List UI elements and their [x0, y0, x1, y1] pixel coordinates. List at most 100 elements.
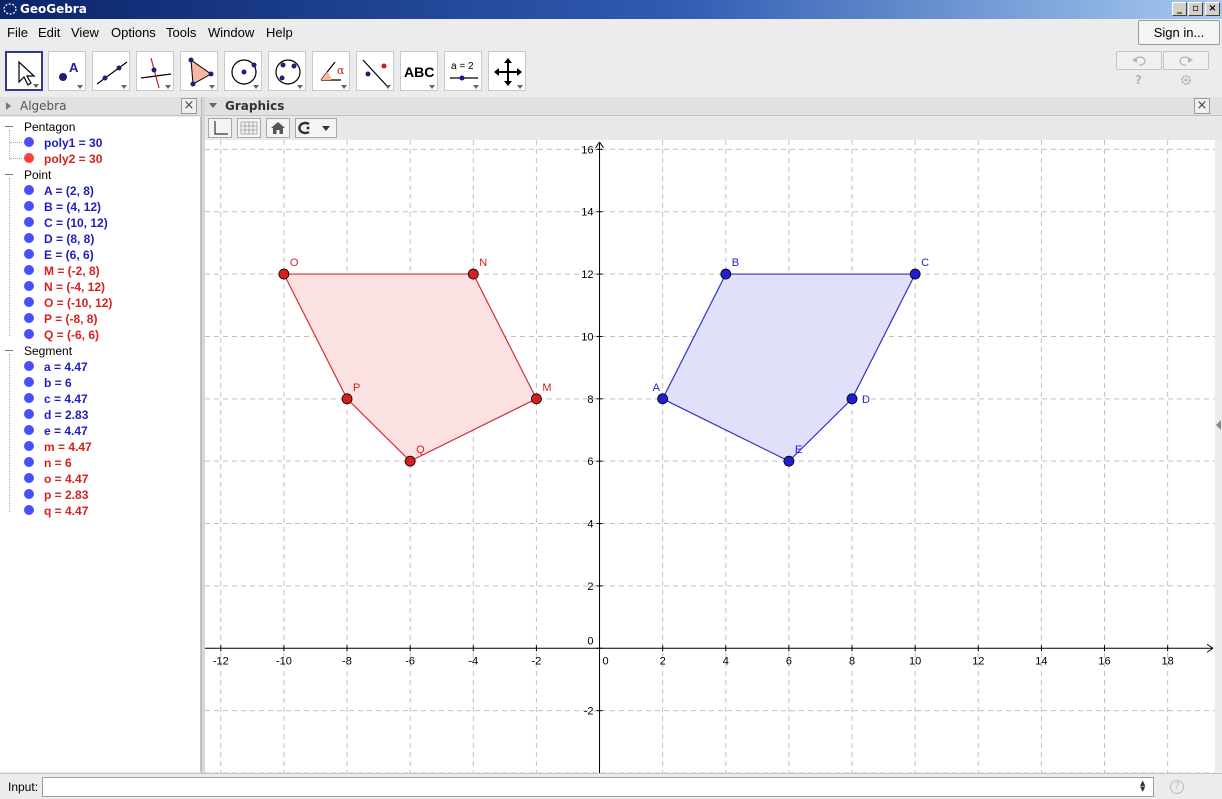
algebra-item[interactable]: E = (6, 6): [44, 248, 94, 262]
visibility-bullet[interactable]: [24, 393, 34, 403]
grid-toggle-button[interactable]: [237, 118, 261, 138]
algebra-item[interactable]: A = (2, 8): [44, 184, 94, 198]
undo-button[interactable]: [1116, 51, 1162, 70]
algebra-item[interactable]: q = 4.47: [44, 504, 88, 518]
restore-button[interactable]: ▫: [1188, 2, 1203, 16]
x-tick-label: -4: [468, 655, 478, 667]
collapse-icon[interactable]: [5, 350, 13, 351]
line-tool[interactable]: [92, 51, 130, 91]
visibility-bullet[interactable]: [24, 297, 34, 307]
algebra-item[interactable]: a = 4.47: [44, 360, 88, 374]
collapse-icon[interactable]: [5, 126, 13, 127]
circle-center-tool[interactable]: [224, 51, 262, 91]
visibility-bullet[interactable]: [24, 505, 34, 515]
sign-in-button[interactable]: Sign in...: [1138, 20, 1220, 45]
input-field[interactable]: [42, 777, 1154, 797]
visibility-bullet[interactable]: [24, 377, 34, 387]
home-view-button[interactable]: [266, 118, 290, 138]
algebra-item[interactable]: poly2 = 30: [44, 152, 102, 166]
visibility-bullet[interactable]: [24, 265, 34, 275]
y-tick-label: 8: [587, 394, 593, 406]
side-panel-toggle[interactable]: [1215, 140, 1222, 773]
text-tool[interactable]: ABC: [400, 51, 438, 91]
algebra-item[interactable]: d = 2.83: [44, 408, 88, 422]
expand-triangle-icon[interactable]: [6, 102, 11, 110]
perpendicular-tool[interactable]: [136, 51, 174, 91]
algebra-item[interactable]: M = (-2, 8): [44, 264, 100, 278]
menu-edit[interactable]: Edit: [38, 25, 60, 40]
graphics-canvas[interactable]: -12 -10 -8 -6 -4 -2 0 2 4 6 8 10 12 14 16 18 -2 0 2 4 6 8 10 12…: [205, 140, 1215, 773]
move-view-tool[interactable]: [488, 51, 526, 91]
visibility-bullet[interactable]: [24, 281, 34, 291]
visibility-bullet[interactable]: [24, 361, 34, 371]
visibility-bullet[interactable]: [24, 153, 34, 163]
polygon-tool[interactable]: [180, 51, 218, 91]
point-label-E: E: [795, 444, 802, 456]
help-icon[interactable]: ?: [1135, 73, 1142, 87]
visibility-bullet[interactable]: [24, 457, 34, 467]
visibility-bullet[interactable]: [24, 489, 34, 499]
input-history-arrows-icon[interactable]: ▲ ▼: [1140, 780, 1145, 793]
minimize-button[interactable]: _: [1172, 2, 1187, 16]
visibility-bullet[interactable]: [24, 217, 34, 227]
close-window-button[interactable]: ×: [1205, 2, 1220, 16]
input-bar: Input: ▲ ▼ ?: [0, 773, 1222, 799]
close-graphics-button[interactable]: ×: [1194, 98, 1210, 114]
reflect-tool[interactable]: [356, 51, 394, 91]
point-tool[interactable]: A: [48, 51, 86, 91]
slider-tool[interactable]: a = 2: [444, 51, 482, 91]
tree-line: [9, 354, 10, 512]
algebra-item[interactable]: e = 4.47: [44, 424, 88, 438]
menu-tools[interactable]: Tools: [166, 25, 196, 40]
algebra-item[interactable]: P = (-8, 8): [44, 312, 97, 326]
algebra-item[interactable]: o = 4.47: [44, 472, 88, 486]
algebra-item[interactable]: B = (4, 12): [44, 200, 101, 214]
visibility-bullet[interactable]: [24, 137, 34, 147]
menu-options[interactable]: Options: [111, 25, 156, 40]
algebra-item[interactable]: b = 6: [44, 376, 72, 390]
angle-tool[interactable]: α: [312, 51, 350, 91]
point-capture-dropdown[interactable]: [295, 118, 337, 138]
gear-icon[interactable]: [1179, 73, 1193, 87]
visibility-bullet[interactable]: [24, 441, 34, 451]
menu-bar: File Edit View Options Tools Window Help: [0, 20, 1222, 45]
menu-file[interactable]: File: [7, 25, 28, 40]
category-point[interactable]: Point: [24, 168, 51, 182]
visibility-bullet[interactable]: [24, 201, 34, 211]
algebra-item[interactable]: Q = (-6, 6): [44, 328, 99, 342]
menu-help[interactable]: Help: [266, 25, 293, 40]
algebra-item[interactable]: n = 6: [44, 456, 72, 470]
category-segment[interactable]: Segment: [24, 344, 72, 358]
algebra-item[interactable]: N = (-4, 12): [44, 280, 105, 294]
input-help-button[interactable]: ?: [1170, 780, 1184, 794]
category-pentagon[interactable]: Pentagon: [24, 120, 75, 134]
visibility-bullet[interactable]: [24, 185, 34, 195]
visibility-bullet[interactable]: [24, 409, 34, 419]
circle-three-points-tool[interactable]: [268, 51, 306, 91]
axes-toggle-button[interactable]: [208, 118, 232, 138]
algebra-item[interactable]: m = 4.47: [44, 440, 92, 454]
visibility-bullet[interactable]: [24, 425, 34, 435]
visibility-bullet[interactable]: [24, 313, 34, 323]
visibility-bullet[interactable]: [24, 233, 34, 243]
algebra-item[interactable]: D = (8, 8): [44, 232, 94, 246]
algebra-item[interactable]: p = 2.83: [44, 488, 88, 502]
point-label-M: M: [542, 382, 551, 394]
visibility-bullet[interactable]: [24, 473, 34, 483]
undo-icon: [1132, 56, 1146, 66]
collapse-triangle-icon[interactable]: [209, 103, 217, 108]
menu-view[interactable]: View: [71, 25, 99, 40]
algebra-item[interactable]: C = (10, 12): [44, 216, 108, 230]
redo-button[interactable]: [1163, 51, 1209, 70]
collapse-icon[interactable]: [5, 174, 13, 175]
menu-window[interactable]: Window: [208, 25, 254, 40]
y-tick-label: 2: [587, 581, 593, 593]
algebra-item[interactable]: poly1 = 30: [44, 136, 102, 150]
visibility-bullet[interactable]: [24, 249, 34, 259]
home-icon: [271, 122, 285, 134]
visibility-bullet[interactable]: [24, 329, 34, 339]
move-tool[interactable]: [5, 51, 43, 91]
algebra-item[interactable]: O = (-10, 12): [44, 296, 112, 310]
algebra-item[interactable]: c = 4.47: [44, 392, 88, 406]
close-algebra-button[interactable]: ×: [181, 98, 197, 114]
